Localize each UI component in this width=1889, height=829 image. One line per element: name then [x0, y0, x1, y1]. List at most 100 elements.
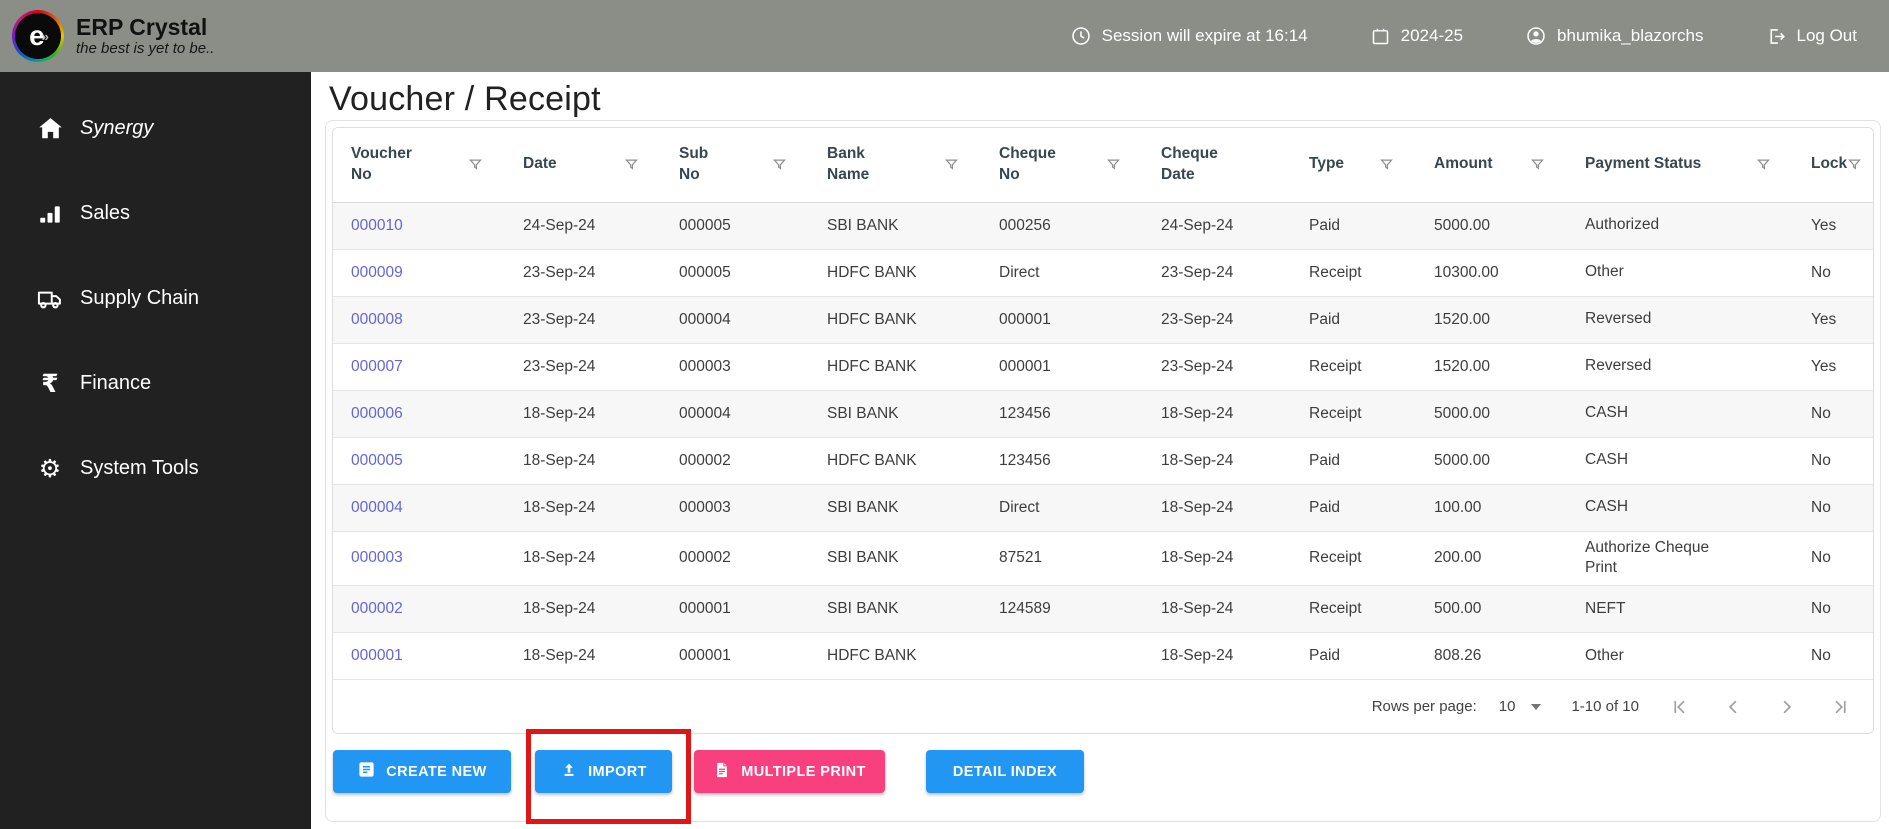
- column-header-bank-name: Bank Name: [809, 128, 981, 203]
- voucher-link[interactable]: 000006: [351, 405, 403, 422]
- cell-voucher-no: 000007: [333, 343, 505, 391]
- gear-icon: ⚙: [38, 454, 62, 483]
- filter-icon[interactable]: [1106, 157, 1135, 172]
- cell-voucher-no: 000005: [333, 437, 505, 485]
- cell: Other: [1567, 249, 1793, 297]
- filter-icon[interactable]: [1847, 157, 1873, 172]
- fiscal-year-selector[interactable]: 2024-25: [1370, 26, 1463, 47]
- cell: HDFC BANK: [809, 296, 981, 344]
- brand: e» ERP Crystal the best is yet to be..: [12, 10, 214, 62]
- cell: 23-Sep-24: [1143, 343, 1291, 391]
- cell: Authorize Cheque Print: [1567, 531, 1793, 587]
- cell: CASH: [1567, 484, 1793, 532]
- cell: CASH: [1567, 390, 1793, 438]
- column-header-sub-no: Sub No: [661, 128, 809, 203]
- table-row: 000009 23-Sep-24 000005 HDFC BANK Direct 23-S…: [333, 249, 1873, 297]
- cell: 18-Sep-24: [505, 437, 661, 485]
- first-page-button[interactable]: [1669, 697, 1689, 717]
- cell: 5000.00: [1416, 390, 1567, 438]
- cell: Reversed: [1567, 296, 1793, 344]
- table-row: 000006 18-Sep-24 000004 SBI BANK 123456 18-Se…: [333, 390, 1873, 438]
- cell: 000001: [661, 632, 809, 681]
- cell: 000004: [661, 296, 809, 344]
- cell: Yes: [1793, 202, 1873, 250]
- cell: 18-Sep-24: [1143, 632, 1291, 681]
- cell-voucher-no: 000006: [333, 390, 505, 438]
- cell: No: [1793, 531, 1873, 587]
- paginator: Rows per page: 10 1-10 of 10: [333, 680, 1873, 734]
- last-page-button[interactable]: [1831, 697, 1851, 717]
- filter-icon[interactable]: [1756, 157, 1785, 172]
- page-range-label: 1-10 of 10: [1571, 698, 1639, 716]
- cell: 24-Sep-24: [1143, 202, 1291, 250]
- create-new-button[interactable]: CREATE NEW: [333, 750, 511, 794]
- voucher-link[interactable]: 000003: [351, 549, 403, 566]
- filter-icon[interactable]: [468, 157, 497, 172]
- multiple-print-button[interactable]: MULTIPLE PRINT: [694, 750, 885, 794]
- filter-icon[interactable]: [624, 157, 653, 172]
- cell: No: [1793, 632, 1873, 681]
- cell: 000003: [661, 343, 809, 391]
- cell: 23-Sep-24: [505, 249, 661, 297]
- top-header-bar: e» ERP Crystal the best is yet to be.. S…: [0, 0, 1889, 72]
- sidebar-item-system-tools[interactable]: ⚙ System Tools: [0, 426, 311, 511]
- cell: Paid: [1291, 437, 1416, 485]
- truck-icon: [36, 285, 64, 313]
- cell: Receipt: [1291, 585, 1416, 634]
- cell: 000256: [981, 202, 1143, 250]
- chevron-down-icon: [1531, 703, 1542, 710]
- voucher-link[interactable]: 000005: [351, 452, 403, 469]
- voucher-link[interactable]: 000001: [351, 647, 403, 664]
- logout-button[interactable]: Log Out: [1766, 26, 1857, 47]
- cell: SBI BANK: [809, 484, 981, 532]
- filter-icon[interactable]: [1379, 157, 1408, 172]
- voucher-link[interactable]: 000009: [351, 264, 403, 281]
- import-button[interactable]: IMPORT: [535, 750, 672, 794]
- column-header-type: Type: [1291, 128, 1416, 203]
- voucher-link[interactable]: 000004: [351, 499, 403, 516]
- filter-icon[interactable]: [1530, 157, 1559, 172]
- table-row: 000008 23-Sep-24 000004 HDFC BANK 000001 23-S…: [333, 296, 1873, 344]
- content-paper: Voucher No Date Sub No Bank Name Cheque …: [325, 120, 1881, 822]
- cell: 000001: [661, 585, 809, 634]
- user-icon: [1525, 25, 1547, 47]
- cell: HDFC BANK: [809, 249, 981, 297]
- column-header-cheque-date: Cheque Date: [1143, 128, 1291, 203]
- cell: No: [1793, 585, 1873, 634]
- cell: 18-Sep-24: [1143, 531, 1291, 587]
- column-header-payment-status: Payment Status: [1567, 128, 1793, 203]
- sidebar-item-sales[interactable]: Sales: [0, 171, 311, 256]
- cell: 5000.00: [1416, 437, 1567, 485]
- previous-page-button[interactable]: [1723, 697, 1743, 717]
- cell: Receipt: [1291, 531, 1416, 587]
- cell: Direct: [981, 484, 1143, 532]
- filter-icon[interactable]: [944, 157, 973, 172]
- voucher-link[interactable]: 000008: [351, 311, 403, 328]
- detail-index-button[interactable]: DETAIL INDEX: [926, 750, 1084, 794]
- cell-voucher-no: 000009: [333, 249, 505, 297]
- cell: SBI BANK: [809, 202, 981, 250]
- user-menu[interactable]: bhumika_blazorchs: [1525, 25, 1704, 47]
- app-name: ERP Crystal: [76, 13, 208, 40]
- cell: NEFT: [1567, 585, 1793, 634]
- table-header-row: Voucher No Date Sub No Bank Name Cheque …: [333, 128, 1873, 203]
- rows-per-page-select[interactable]: 10: [1499, 698, 1542, 715]
- clock-icon: [1070, 25, 1092, 47]
- cell: 18-Sep-24: [505, 585, 661, 634]
- cell: Authorized: [1567, 202, 1793, 250]
- cell: 18-Sep-24: [505, 390, 661, 438]
- sidebar-item-finance[interactable]: ₹ Finance: [0, 341, 311, 426]
- table-row: 000010 24-Sep-24 000005 SBI BANK 000256 24-Se…: [333, 202, 1873, 250]
- next-page-button[interactable]: [1777, 697, 1797, 717]
- sidebar-item-synergy[interactable]: Synergy: [0, 86, 311, 171]
- voucher-link[interactable]: 000007: [351, 358, 403, 375]
- voucher-link[interactable]: 000002: [351, 600, 403, 617]
- voucher-link[interactable]: 000010: [351, 217, 403, 234]
- sidebar-item-supply-chain[interactable]: Supply Chain: [0, 256, 311, 341]
- cell: 000003: [661, 484, 809, 532]
- actions-row: CREATE NEW IMPORT MULTIPLE PRINT DETAIL …: [333, 750, 1874, 794]
- cell: HDFC BANK: [809, 343, 981, 391]
- cell: Paid: [1291, 632, 1416, 681]
- filter-icon[interactable]: [772, 157, 801, 172]
- home-icon: [36, 115, 64, 143]
